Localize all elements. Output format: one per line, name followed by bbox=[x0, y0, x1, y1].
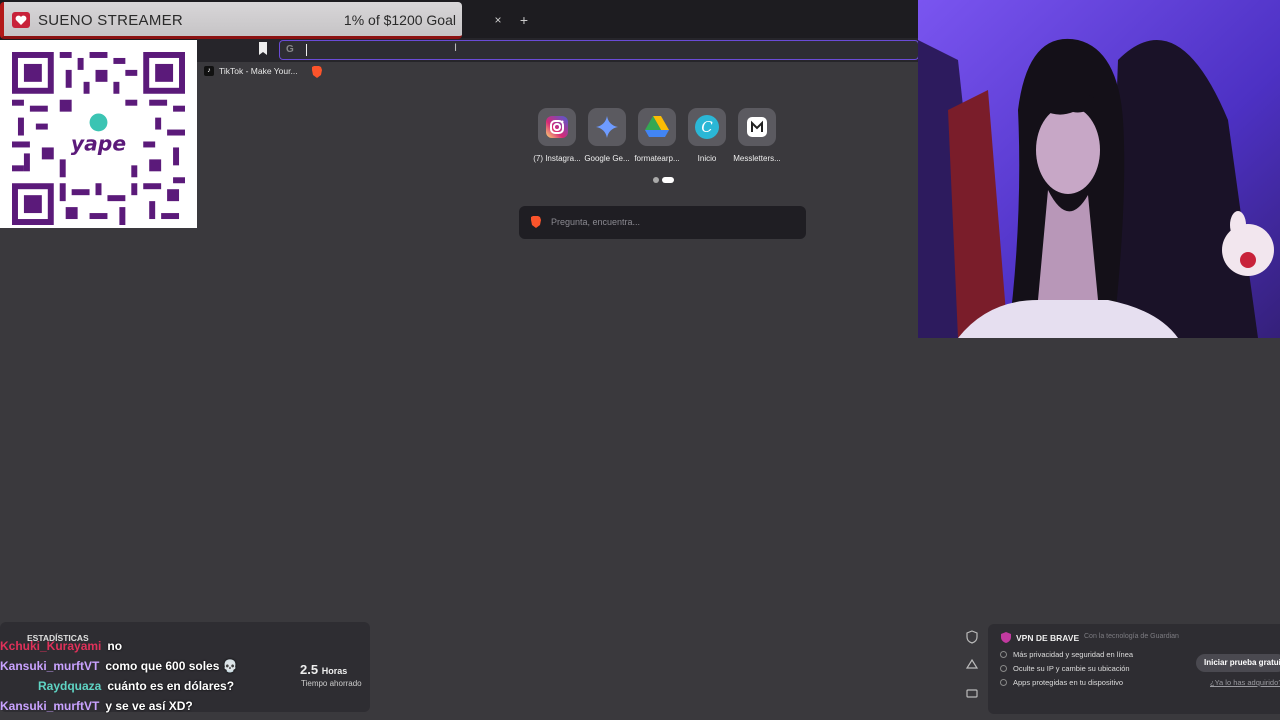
instagram-icon bbox=[538, 108, 576, 146]
chat-message: Kansuki_murftVT como que 600 soles 💀 bbox=[0, 656, 300, 676]
stats-hours-value: 2.5 bbox=[300, 662, 319, 677]
shortcut-tiles: (7) Instagra... Google Ge... formatearp.… bbox=[533, 108, 781, 163]
shield-icon[interactable] bbox=[966, 630, 978, 644]
vpn-feature-text: Más privacidad y seguridad en línea bbox=[1013, 650, 1134, 659]
shortcut-gemini[interactable]: Google Ge... bbox=[584, 108, 630, 163]
qr-code-image: yape bbox=[12, 52, 185, 225]
chat-message: Kchuki_Kurayami no bbox=[0, 636, 300, 656]
heart-icon bbox=[12, 12, 30, 28]
shortcut-label: Messletters... bbox=[733, 154, 781, 163]
streamer-goal-bar: SUENO STREAMER 1% of $1200 Goal bbox=[0, 2, 462, 39]
vpn-title: VPN DE BRAVE bbox=[1016, 633, 1080, 643]
vpn-powered-by: Con la tecnología de Guardian bbox=[1084, 633, 1179, 640]
brave-lion-icon[interactable] bbox=[311, 66, 322, 78]
page-dot-active[interactable] bbox=[662, 177, 674, 183]
vpn-sidebar bbox=[958, 624, 986, 714]
tab-close-button[interactable]: × bbox=[490, 12, 506, 28]
bookmark-label: TikTok - Make Your... bbox=[219, 66, 298, 76]
canva-icon: C bbox=[688, 108, 726, 146]
chat-username: Raydquaza bbox=[38, 679, 102, 693]
webcam-image bbox=[918, 0, 1280, 338]
page-indicator[interactable] bbox=[653, 177, 674, 183]
warning-icon[interactable] bbox=[965, 658, 979, 669]
vpn-feature: Oculte su IP y cambie su ubicación bbox=[1000, 664, 1130, 673]
check-icon bbox=[1000, 679, 1007, 686]
yape-qr-code: yape bbox=[0, 40, 197, 228]
bookmark-tiktok[interactable]: ♪ TikTok - Make Your... bbox=[204, 66, 298, 76]
stats-hours-unit: Horas bbox=[321, 666, 348, 676]
webcam-feed bbox=[918, 0, 1280, 338]
chat-message: Raydquaza cuánto es en dólares? bbox=[0, 676, 300, 696]
messletters-icon bbox=[738, 108, 776, 146]
google-drive-icon bbox=[638, 108, 676, 146]
gemini-icon bbox=[588, 108, 626, 146]
address-bar[interactable]: G bbox=[279, 40, 919, 60]
shortcut-drive[interactable]: formatearp... bbox=[634, 108, 680, 163]
svg-text:yape: yape bbox=[71, 131, 126, 155]
vpn-feature-text: Oculte su IP y cambie su ubicación bbox=[1013, 664, 1130, 673]
chat-text: cuánto es en dólares? bbox=[107, 679, 235, 693]
stats-hours: 2.5 Horas bbox=[300, 662, 347, 677]
bookmarks-bar bbox=[197, 62, 918, 82]
new-tab-button[interactable]: + bbox=[516, 12, 532, 28]
shortcut-messletters[interactable]: Messletters... bbox=[733, 108, 781, 163]
goal-title: SUENO STREAMER bbox=[38, 12, 184, 29]
text-cursor-icon: I bbox=[454, 42, 458, 54]
chat-text: no bbox=[107, 639, 123, 653]
chat-overlay: Kchuki_Kurayami no Kansuki_murftVT como … bbox=[0, 636, 300, 716]
card-icon[interactable] bbox=[966, 689, 978, 698]
vpn-feature: Más privacidad y seguridad en línea bbox=[1000, 650, 1133, 659]
chat-username: Kchuki_Kurayami bbox=[0, 639, 102, 653]
check-icon bbox=[1000, 651, 1007, 658]
page-dot[interactable] bbox=[653, 177, 659, 183]
start-trial-button[interactable]: Iniciar prueba gratuita bbox=[1196, 654, 1280, 672]
chat-username: Kansuki_murftVT bbox=[0, 659, 100, 673]
goal-amount: 1% of $1200 Goal bbox=[343, 12, 456, 28]
vpn-feature: Apps protegidas en tu dispositivo bbox=[1000, 678, 1123, 687]
vpn-feature-text: Apps protegidas en tu dispositivo bbox=[1013, 678, 1124, 687]
stats-hours-label: Tiempo ahorrado bbox=[301, 679, 362, 688]
bookmark-icon[interactable] bbox=[258, 42, 268, 55]
already-purchased-link[interactable]: ¿Ya lo has adquirido? bbox=[1210, 678, 1280, 687]
tiktok-icon: ♪ bbox=[204, 66, 214, 76]
check-icon bbox=[1000, 665, 1007, 672]
vpn-shield-icon bbox=[1001, 632, 1011, 643]
search-box[interactable]: Pregunta, encuentra... bbox=[519, 206, 806, 239]
search-placeholder: Pregunta, encuentra... bbox=[551, 217, 641, 227]
shortcut-instagram[interactable]: (7) Instagra... bbox=[533, 108, 581, 163]
google-icon: G bbox=[286, 44, 294, 55]
text-caret bbox=[306, 44, 307, 56]
chat-text: y se ve así XD? bbox=[105, 699, 193, 713]
chat-username: Kansuki_murftVT bbox=[0, 699, 100, 713]
svg-text:C: C bbox=[701, 118, 713, 136]
brave-lion-icon bbox=[531, 216, 541, 228]
chat-text: como que 600 soles 💀 bbox=[105, 659, 238, 673]
shortcut-canva[interactable]: C Inicio bbox=[687, 108, 727, 163]
chat-message: Kansuki_murftVT y se ve así XD? bbox=[0, 696, 300, 716]
